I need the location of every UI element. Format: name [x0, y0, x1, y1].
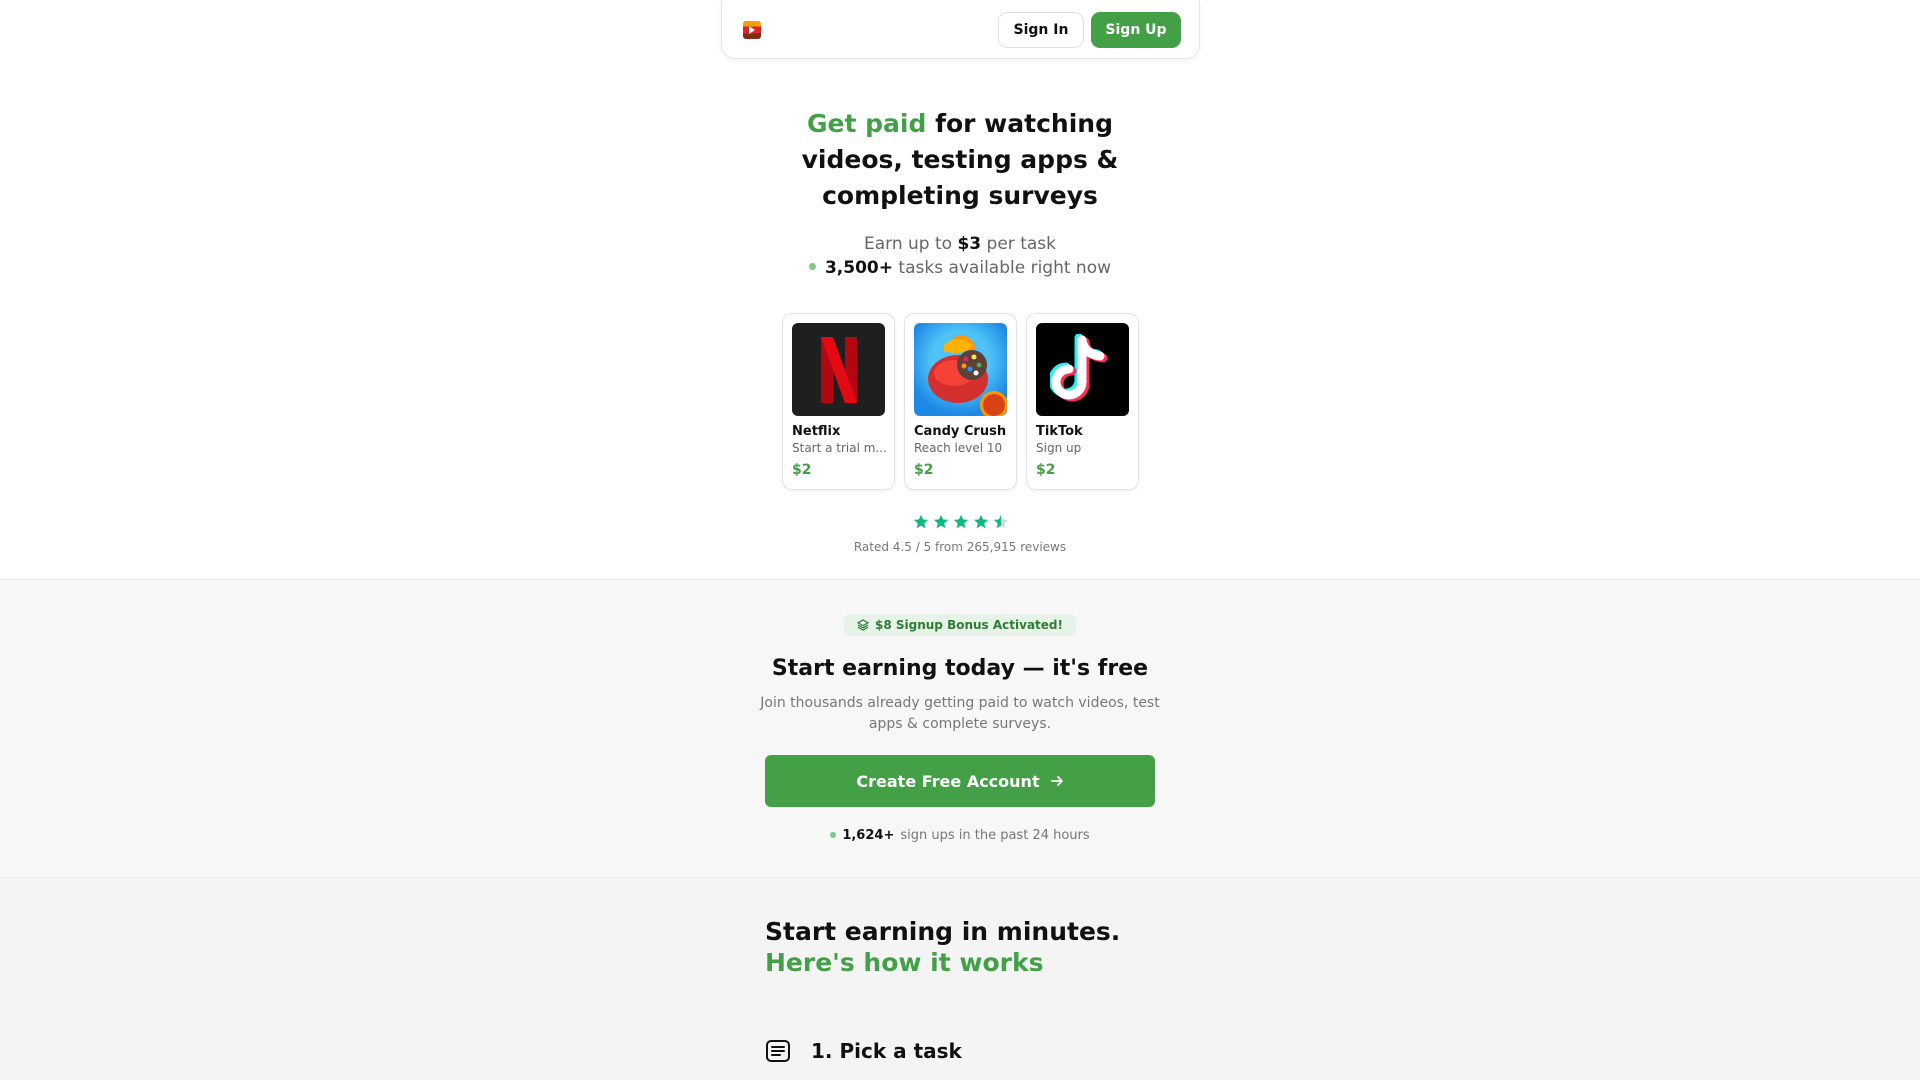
cta-label: Create Free Account	[856, 771, 1040, 791]
signup-desc: Join thousands already getting paid to w…	[760, 695, 1160, 732]
task-desc: Sign up	[1036, 441, 1082, 455]
top-nav: Sign In Sign Up	[721, 0, 1200, 59]
recent-signups: 1,624+ sign ups in the past 24 hours	[660, 828, 1260, 843]
sign-up-button[interactable]: Sign Up	[1091, 12, 1181, 48]
how-title-line1: Start earning in minutes.	[765, 917, 1121, 946]
layers-icon	[857, 619, 869, 631]
create-account-button[interactable]: Create Free Account	[765, 755, 1155, 807]
rating-text: Rated 4.5 / 5 from 265,915 reviews	[853, 540, 1067, 554]
signup-title: Start earning today — it's free	[771, 656, 1149, 681]
live-dot-icon	[830, 831, 837, 838]
tasks-suffix: tasks available right now	[893, 258, 1112, 278]
netflix-logo-icon	[792, 323, 885, 416]
task-price: $2	[792, 462, 812, 478]
rating-stars	[910, 512, 1010, 532]
sign-in-button[interactable]: Sign In	[998, 12, 1084, 48]
star-icons	[913, 514, 1009, 529]
signup-bonus-badge: $8 Signup Bonus Activated!	[844, 614, 1076, 636]
task-name: Netflix	[792, 424, 841, 439]
task-price: $2	[1036, 462, 1056, 478]
earn-prefix: Earn up to	[864, 234, 958, 254]
task-name: TikTok	[1036, 424, 1083, 439]
task-desc: Start a trial m...	[792, 441, 887, 455]
task-price: $2	[914, 462, 934, 478]
task-card-netflix[interactable]: Netflix Start a trial m... $2	[782, 313, 895, 490]
task-card-candy-crush[interactable]: Candy Crush Reach level 10 $2	[904, 313, 1017, 490]
hero-title-accent: Get paid	[807, 109, 927, 138]
hero-earn-line: Earn up to $3 per task	[760, 232, 1160, 256]
document-icon	[766, 1040, 790, 1062]
hero-title: Get paid for watching videos, testing ap…	[760, 106, 1160, 214]
tasks-count: 3,500+	[824, 258, 893, 278]
signups-suffix: sign ups in the past 24 hours	[900, 828, 1090, 843]
bonus-text: $8 Signup Bonus Activated!	[875, 618, 1063, 632]
app-logo-icon[interactable]	[743, 21, 761, 39]
how-it-works-section: Start earning in minutes. Here's how it w…	[0, 878, 1920, 1080]
earn-amount: $3	[957, 234, 982, 254]
step-pick-task: 1. Pick a task	[765, 1038, 962, 1064]
step-label: 1. Pick a task	[811, 1039, 962, 1063]
task-desc: Reach level 10	[914, 441, 1003, 455]
earn-suffix: per task	[981, 234, 1056, 254]
task-name: Candy Crush	[914, 424, 1007, 439]
arrow-right-icon	[1050, 776, 1063, 786]
task-card-tiktok[interactable]: TikTok Sign up $2	[1026, 313, 1139, 490]
how-title-line2: Here's how it works	[765, 948, 1044, 977]
tiktok-logo-icon	[1036, 323, 1129, 416]
how-title: Start earning in minutes. Here's how it w…	[765, 916, 1120, 978]
tasks-available-line: 3,500+ tasks available right now	[760, 256, 1160, 280]
live-dot-icon	[808, 262, 816, 270]
signup-section: $8 Signup Bonus Activated! Start earning…	[0, 579, 1920, 878]
candy-crush-logo-icon	[914, 323, 1007, 416]
signups-count: 1,624+	[842, 828, 895, 843]
